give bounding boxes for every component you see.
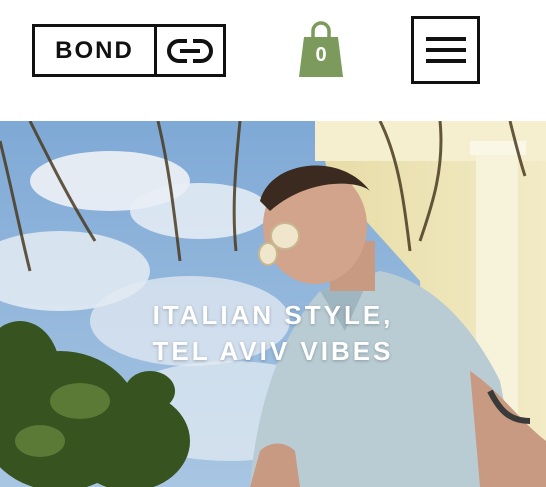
link-icon [157, 27, 223, 74]
hamburger-icon-line [425, 48, 466, 52]
site-header: BOND 0 [0, 0, 546, 121]
menu-button[interactable] [411, 16, 480, 84]
cart-count: 0 [315, 44, 327, 66]
hamburger-icon-line [425, 59, 466, 63]
hero-title-line1: ITALIAN STYLE, [152, 300, 394, 330]
hero-title: ITALIAN STYLE, TEL AVIV VIBES [0, 297, 546, 369]
cart-button[interactable]: 0 [296, 20, 346, 78]
site-logo[interactable]: BOND [32, 24, 226, 77]
logo-text: BOND [35, 27, 157, 74]
hero-banner: ITALIAN STYLE, TEL AVIV VIBES [0, 121, 546, 487]
hamburger-icon-line [425, 37, 466, 41]
hero-title-line2: TEL AVIV VIBES [152, 336, 394, 366]
